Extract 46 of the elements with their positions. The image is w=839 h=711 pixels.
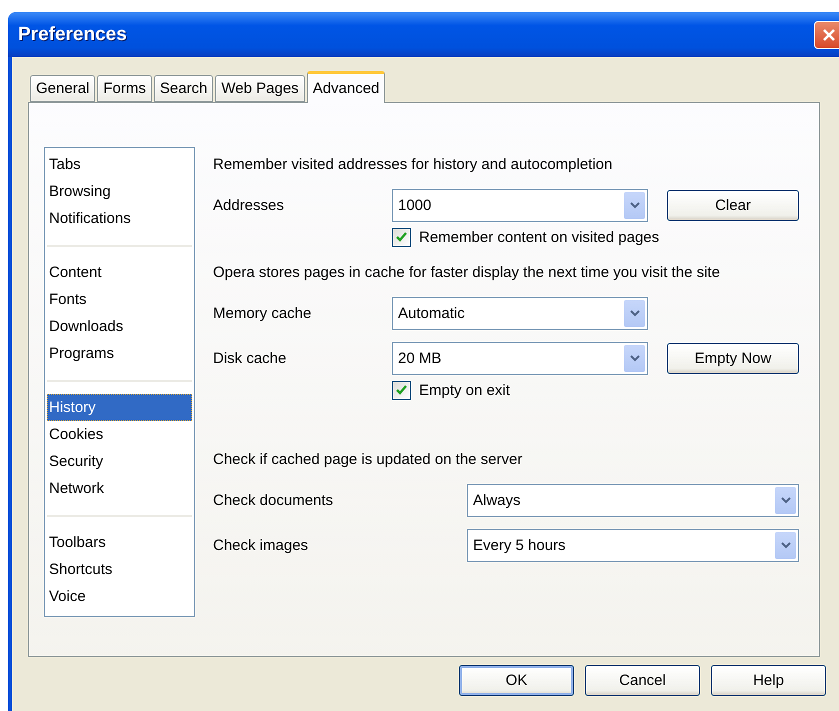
tab[interactable]: Web Pages bbox=[215, 75, 305, 102]
dropdown[interactable]: 1000 bbox=[392, 189, 648, 222]
tab[interactable]: Forms bbox=[97, 75, 152, 102]
field-label: Check documents bbox=[213, 492, 334, 509]
category-item[interactable]: Fonts bbox=[47, 286, 192, 313]
window-title: Preferences bbox=[18, 24, 127, 46]
category-item[interactable]: Voice bbox=[47, 583, 192, 610]
field-label: Memory cache bbox=[213, 305, 312, 322]
category-item[interactable]: Notifications bbox=[47, 205, 192, 232]
section-heading: Opera stores pages in cache for faster display the next time you visit the site bbox=[213, 263, 721, 283]
checkbox[interactable] bbox=[392, 380, 411, 400]
checkmark-icon bbox=[396, 385, 407, 395]
category-item[interactable]: History bbox=[47, 394, 192, 421]
field-label: Disk cache bbox=[213, 350, 288, 367]
field-label: Addresses bbox=[213, 197, 285, 214]
checkmark-icon bbox=[396, 232, 407, 242]
checkbox-label: Remember content on visited pages bbox=[419, 228, 660, 246]
dropdown[interactable]: Every 5 hours bbox=[467, 529, 799, 562]
section-heading: Check if cached page is updated on the server bbox=[213, 450, 524, 470]
dialog-button[interactable]: Cancel bbox=[585, 665, 700, 696]
category-item[interactable]: Security bbox=[47, 448, 192, 475]
tab[interactable]: Search bbox=[154, 75, 214, 102]
action-button[interactable]: Clear bbox=[667, 190, 799, 221]
close-icon bbox=[821, 26, 837, 42]
tab[interactable]: Advanced bbox=[306, 71, 386, 103]
category-item[interactable]: Shortcuts bbox=[47, 556, 192, 583]
category-item[interactable]: Network bbox=[47, 475, 192, 502]
checkbox[interactable] bbox=[392, 228, 411, 246]
category-item[interactable]: Programs bbox=[47, 340, 192, 367]
category-item[interactable]: Downloads bbox=[47, 313, 192, 340]
category-item[interactable]: Browsing bbox=[47, 178, 192, 205]
dropdown[interactable]: 20 MB bbox=[392, 342, 648, 375]
category-item[interactable]: Tabs bbox=[47, 151, 192, 178]
action-button[interactable]: Empty Now bbox=[667, 343, 799, 374]
category-item[interactable]: Toolbars bbox=[47, 529, 192, 556]
category-item[interactable]: Content bbox=[47, 259, 192, 286]
dialog-button[interactable]: OK bbox=[459, 665, 574, 696]
section-heading: Remember visited addresses for history and autocompletion bbox=[213, 155, 614, 175]
checkbox-label: Empty on exit bbox=[419, 382, 510, 398]
close-button[interactable] bbox=[814, 20, 839, 48]
dropdown[interactable]: Always bbox=[467, 484, 799, 517]
tab[interactable]: General bbox=[30, 75, 96, 102]
category-item[interactable]: Cookies bbox=[47, 421, 192, 448]
field-label: Check images bbox=[213, 537, 310, 554]
dropdown[interactable]: Automatic bbox=[392, 297, 648, 330]
dialog-button[interactable]: Help bbox=[711, 665, 826, 696]
